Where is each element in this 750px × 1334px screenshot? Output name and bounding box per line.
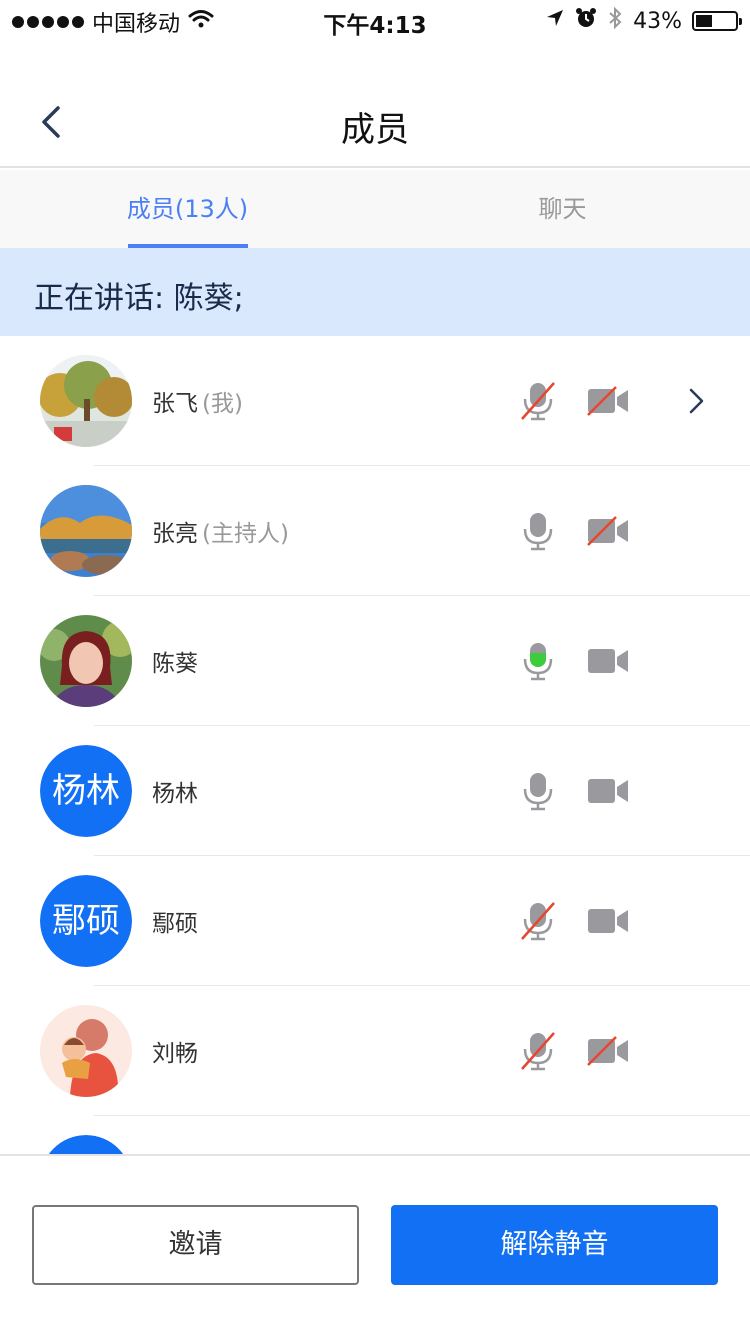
speaking-banner: 正在讲话: 陈葵; — [0, 248, 750, 336]
avatar — [40, 1135, 132, 1156]
invite-button[interactable]: 邀请 — [32, 1205, 359, 1285]
unmute-button[interactable]: 解除静音 — [391, 1205, 718, 1285]
member-name-text: 刘畅 — [152, 1041, 198, 1067]
alarm-clock-icon — [575, 7, 597, 35]
member-name-text: 陈葵 — [152, 651, 198, 677]
chevron-right-icon[interactable] — [684, 384, 708, 418]
member-name: 鄢硕 — [152, 904, 198, 938]
tab-chat[interactable]: 聊天 — [375, 170, 750, 248]
avatar — [40, 355, 132, 447]
member-name-text: 张飞 — [152, 391, 198, 417]
avatar — [40, 615, 132, 707]
member-name: 杨林 — [152, 774, 198, 808]
avatar: 鄢硕 — [40, 875, 132, 967]
member-name-text: 张亮 — [152, 521, 198, 547]
member-name-text: 杨林 — [152, 781, 198, 807]
camera-off-icon[interactable] — [586, 386, 630, 416]
status-left: 中国移动 — [12, 6, 214, 38]
avatar-initials — [40, 1135, 132, 1156]
camera-icon[interactable] — [586, 906, 630, 936]
battery-level — [696, 15, 713, 27]
carrier-label: 中国移动 — [92, 12, 181, 37]
microphone-icon[interactable] — [518, 769, 558, 813]
member-name: 张亮 (主持人) — [152, 514, 289, 548]
microphone-muted-icon[interactable] — [518, 899, 558, 943]
member-role: (我) — [202, 391, 243, 417]
camera-off-icon[interactable] — [586, 1036, 630, 1066]
avatar: 杨林 — [40, 745, 132, 837]
battery-icon — [692, 11, 742, 31]
microphone-muted-icon[interactable] — [518, 379, 558, 423]
bottom-bar: 邀请 解除静音 — [0, 1154, 750, 1334]
tab-bar: 成员(13人) 聊天 — [0, 170, 750, 248]
battery-percent: 43% — [633, 8, 682, 34]
member-row[interactable]: 鄢硕 鄢硕 — [0, 856, 750, 986]
wifi-icon — [188, 9, 214, 35]
avatar — [40, 485, 132, 577]
location-arrow-icon — [545, 8, 565, 34]
member-row[interactable]: 杨林 杨林 — [0, 726, 750, 856]
member-name: 刘畅 — [152, 1034, 198, 1068]
microphone-speaking-icon[interactable] — [518, 639, 558, 683]
avatar — [40, 1005, 132, 1097]
camera-icon[interactable] — [586, 646, 630, 676]
speaking-banner-text: 正在讲话: 陈葵; — [34, 281, 244, 316]
microphone-icon[interactable] — [518, 509, 558, 553]
camera-off-icon[interactable] — [586, 516, 630, 546]
member-role: (主持人) — [202, 521, 289, 547]
microphone-muted-icon[interactable] — [518, 1029, 558, 1073]
page-title: 成员 — [341, 110, 409, 150]
avatar-initials: 杨林 — [40, 745, 132, 837]
bluetooth-icon — [607, 6, 623, 36]
member-row[interactable] — [0, 1116, 750, 1156]
member-name: 陈葵 — [152, 644, 198, 678]
avatar-initials: 鄢硕 — [40, 875, 132, 967]
member-row[interactable]: 张亮 (主持人) — [0, 466, 750, 596]
member-name-text: 鄢硕 — [152, 911, 198, 937]
tab-members[interactable]: 成员(13人) — [0, 170, 375, 248]
status-right: 43% — [545, 6, 742, 36]
signal-strength-icon — [12, 16, 84, 28]
status-bar: 中国移动 下午4:13 43% — [0, 0, 750, 40]
nav-bar: 成员 — [0, 40, 750, 168]
camera-icon[interactable] — [586, 776, 630, 806]
member-row[interactable]: 陈葵 — [0, 596, 750, 726]
member-list[interactable]: 张飞 (我) 张亮 (主持人) 陈葵 杨林 杨林 鄢硕 鄢硕 刘畅 — [0, 336, 750, 1156]
member-name: 张飞 (我) — [152, 384, 243, 418]
member-row[interactable]: 张飞 (我) — [0, 336, 750, 466]
member-row[interactable]: 刘畅 — [0, 986, 750, 1116]
